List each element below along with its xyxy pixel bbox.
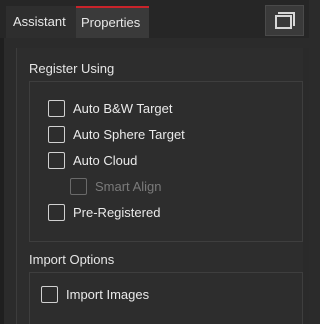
auto-bw-target-checkbox[interactable] [48,99,65,117]
register-using-group: Auto B&W Target Auto Sphere Target Auto … [29,81,303,242]
option-import-images[interactable]: Import Images [41,284,149,304]
option-auto-sphere-target[interactable]: Auto Sphere Target [48,124,185,144]
import-images-checkbox[interactable] [41,285,58,303]
auto-cloud-label: Auto Cloud [73,152,138,168]
pre-registered-label: Pre-Registered [73,204,161,220]
option-auto-cloud[interactable]: Auto Cloud [48,150,137,170]
tab-bar: Assistant Properties [0,0,309,38]
auto-sphere-target-label: Auto Sphere Target [73,126,185,142]
option-pre-registered[interactable]: Pre-Registered [48,202,160,222]
smart-align-checkbox [70,177,87,195]
auto-bw-target-label: Auto B&W Target [73,100,173,116]
import-images-label: Import Images [66,286,150,302]
tab-assistant-label: Assistant [13,14,66,29]
import-options-title: Import Options [29,252,115,267]
auto-sphere-target-checkbox[interactable] [48,125,65,143]
left-edge-divider [0,0,4,324]
register-using-title: Register Using [29,61,115,76]
option-auto-bw-target[interactable]: Auto B&W Target [48,98,172,118]
tab-properties-label: Properties [81,15,141,30]
smart-align-label: Smart Align [95,178,162,194]
import-options-group: Import Images [29,272,303,324]
properties-content: Register Using Auto B&W Target Auto Sphe… [16,48,309,324]
restore-window-button[interactable] [265,5,304,36]
auto-cloud-checkbox[interactable] [48,151,65,169]
properties-panel-root: Assistant Properties Register Using Auto… [0,0,309,324]
option-smart-align: Smart Align [70,176,161,196]
tab-assistant[interactable]: Assistant [6,6,76,38]
tab-properties[interactable]: Properties [76,6,149,38]
pre-registered-checkbox[interactable] [48,203,65,221]
right-edge-strip [303,48,309,324]
